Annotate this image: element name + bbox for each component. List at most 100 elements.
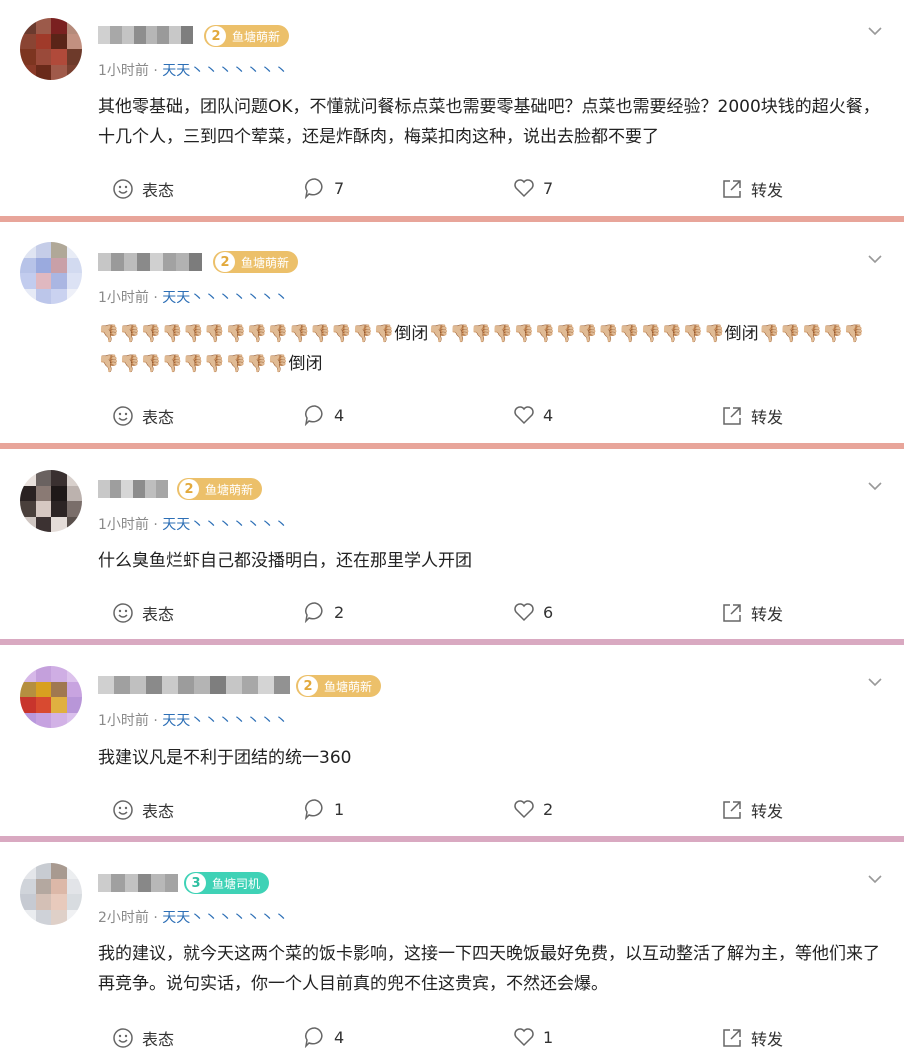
post-content: 什么臭鱼烂虾自己都没播明白，还在那里学人开团 bbox=[98, 551, 472, 571]
like-button[interactable]: 7 bbox=[513, 177, 553, 199]
smile-icon bbox=[113, 406, 133, 426]
comment-count: 1 bbox=[334, 799, 345, 819]
comment-icon bbox=[304, 799, 323, 820]
emoji-reaction-button[interactable]: 表态 bbox=[112, 1026, 174, 1050]
avatar[interactable] bbox=[20, 666, 82, 728]
chevron-down-icon[interactable] bbox=[868, 479, 882, 493]
post-card: 3 鱼塘司机 2小时前 · 天天丶丶丶丶丶丶丶 我的建议，就今天这两个菜的饭卡影… bbox=[0, 842, 904, 1056]
source-link[interactable]: 天天丶丶丶丶丶丶丶 bbox=[162, 910, 288, 926]
comment-icon bbox=[304, 602, 323, 623]
like-count: 2 bbox=[543, 799, 554, 819]
like-count: 6 bbox=[543, 602, 554, 622]
share-icon bbox=[723, 407, 741, 425]
like-count: 7 bbox=[543, 178, 554, 198]
level-title: 鱼塘萌新 bbox=[232, 29, 281, 44]
post-content: 我的建议，就今天这两个菜的饭卡影响，这接一下四天晚饭最好免费，以互动整活了解为主… bbox=[98, 944, 880, 994]
smile-icon bbox=[113, 603, 133, 623]
like-button[interactable]: 6 bbox=[513, 601, 553, 623]
share-label: 转发 bbox=[751, 605, 784, 624]
comment-button[interactable]: 1 bbox=[304, 798, 344, 820]
comment-count: 4 bbox=[334, 405, 345, 425]
post-content: 👎🏼👎🏼👎🏼👎🏼👎🏼👎🏼👎🏼👎🏼👎🏼👎🏼👎🏼👎🏼👎🏼👎🏼倒闭👎🏼👎🏼👎🏼👎🏼👎🏼… bbox=[98, 324, 865, 374]
chevron-down-icon[interactable] bbox=[868, 872, 882, 886]
level-title: 鱼塘萌新 bbox=[241, 255, 290, 270]
level-number: 2 bbox=[206, 26, 226, 46]
share-icon bbox=[723, 801, 741, 819]
username-blurred[interactable] bbox=[98, 874, 178, 892]
emoji-reaction-button[interactable]: 表态 bbox=[112, 404, 174, 428]
username-blurred[interactable] bbox=[98, 480, 169, 498]
level-number: 3 bbox=[186, 873, 206, 893]
share-label: 转发 bbox=[751, 802, 784, 821]
post-meta: 1小时前 · 天天丶丶丶丶丶丶丶 bbox=[98, 290, 289, 306]
comment-button[interactable]: 7 bbox=[304, 177, 344, 199]
heart-icon bbox=[514, 800, 534, 819]
post-content: 其他零基础，团队问题OK，不懂就问餐标点菜也需要零基础吧？点菜也需要经验？200… bbox=[98, 97, 880, 147]
comment-button[interactable]: 4 bbox=[304, 404, 344, 426]
username-blurred[interactable] bbox=[98, 253, 202, 271]
emoji-reaction-button[interactable]: 表态 bbox=[112, 798, 174, 822]
smile-icon bbox=[113, 800, 133, 820]
like-button[interactable]: 1 bbox=[513, 1026, 553, 1048]
post-time: 1小时前 bbox=[98, 713, 149, 729]
like-button[interactable]: 2 bbox=[513, 798, 553, 820]
comment-button[interactable]: 2 bbox=[304, 601, 344, 623]
post-card: 2 鱼塘萌新 1小时前 · 天天丶丶丶丶丶丶丶 什么臭鱼烂虾自己都没播明白，还在… bbox=[0, 449, 904, 639]
share-icon bbox=[723, 1029, 741, 1047]
comment-icon bbox=[304, 1027, 323, 1048]
source-link[interactable]: 天天丶丶丶丶丶丶丶 bbox=[162, 290, 288, 306]
share-icon bbox=[723, 180, 741, 198]
avatar[interactable] bbox=[20, 863, 82, 925]
smile-icon bbox=[113, 1028, 133, 1048]
emoji-reaction-button[interactable]: 表态 bbox=[112, 601, 174, 625]
post-card: 2 鱼塘萌新 1小时前 · 天天丶丶丶丶丶丶丶 其他零基础，团队问题OK，不懂就… bbox=[0, 0, 904, 216]
chevron-down-icon[interactable] bbox=[868, 675, 882, 689]
share-button[interactable]: 转发 bbox=[721, 601, 783, 625]
comment-count: 4 bbox=[334, 1027, 345, 1047]
level-title: 鱼塘司机 bbox=[212, 876, 261, 891]
comment-icon bbox=[304, 405, 323, 426]
post-card: 2 鱼塘萌新 1小时前 · 天天丶丶丶丶丶丶丶 我建议凡是不利于团结的统一360… bbox=[0, 645, 904, 836]
level-badge: 3 鱼塘司机 bbox=[184, 872, 270, 894]
level-badge: 2 鱼塘萌新 bbox=[204, 25, 290, 47]
avatar[interactable] bbox=[20, 18, 82, 80]
post-time: 1小时前 bbox=[98, 517, 149, 533]
heart-icon bbox=[514, 603, 534, 622]
source-link[interactable]: 天天丶丶丶丶丶丶丶 bbox=[162, 63, 288, 79]
post-time: 1小时前 bbox=[98, 63, 149, 79]
source-link[interactable]: 天天丶丶丶丶丶丶丶 bbox=[162, 713, 288, 729]
heart-icon bbox=[514, 1028, 534, 1047]
level-title: 鱼塘萌新 bbox=[324, 679, 373, 694]
share-button[interactable]: 转发 bbox=[721, 1026, 783, 1050]
emoji-label: 表态 bbox=[142, 1030, 175, 1049]
level-number: 2 bbox=[179, 479, 199, 499]
username-blurred[interactable] bbox=[98, 26, 193, 44]
username-blurred[interactable] bbox=[98, 676, 290, 694]
avatar[interactable] bbox=[20, 470, 82, 532]
post-time: 1小时前 bbox=[98, 290, 149, 306]
level-badge: 2 鱼塘萌新 bbox=[213, 251, 299, 273]
avatar[interactable] bbox=[20, 242, 82, 304]
share-button[interactable]: 转发 bbox=[721, 404, 783, 428]
emoji-reaction-button[interactable]: 表态 bbox=[112, 177, 174, 201]
post-content: 我建议凡是不利于团结的统一360 bbox=[98, 748, 352, 768]
heart-icon bbox=[514, 406, 534, 425]
chevron-down-icon[interactable] bbox=[868, 24, 882, 38]
chevron-down-icon[interactable] bbox=[868, 252, 882, 266]
like-count: 1 bbox=[543, 1027, 554, 1047]
share-label: 转发 bbox=[751, 1030, 784, 1049]
source-link[interactable]: 天天丶丶丶丶丶丶丶 bbox=[162, 517, 288, 533]
heart-icon bbox=[514, 179, 534, 198]
like-button[interactable]: 4 bbox=[513, 404, 553, 426]
post-card: 2 鱼塘萌新 1小时前 · 天天丶丶丶丶丶丶丶 👎🏼👎🏼👎🏼👎🏼👎🏼👎🏼👎🏼👎🏼… bbox=[0, 222, 904, 443]
level-title: 鱼塘萌新 bbox=[205, 482, 254, 497]
post-time: 2小时前 bbox=[98, 910, 149, 926]
comment-count: 2 bbox=[334, 602, 345, 622]
post-meta: 1小时前 · 天天丶丶丶丶丶丶丶 bbox=[98, 517, 289, 533]
share-label: 转发 bbox=[751, 181, 784, 200]
share-button[interactable]: 转发 bbox=[721, 177, 783, 201]
comment-button[interactable]: 4 bbox=[304, 1026, 344, 1048]
level-badge: 2 鱼塘萌新 bbox=[177, 478, 263, 500]
emoji-label: 表态 bbox=[142, 408, 175, 427]
share-button[interactable]: 转发 bbox=[721, 798, 783, 822]
